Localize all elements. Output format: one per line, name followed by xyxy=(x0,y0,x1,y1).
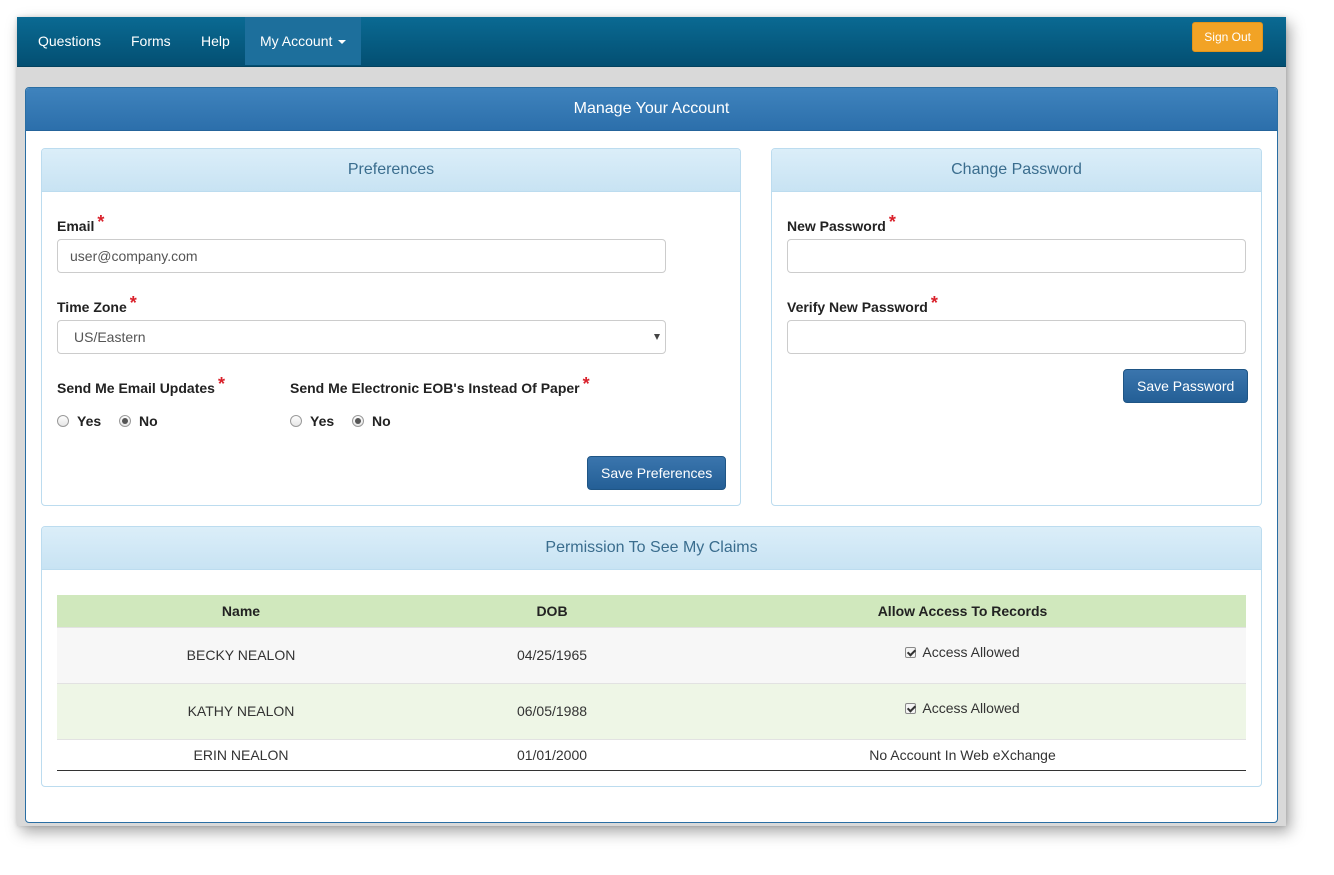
row-dob: 04/25/1965 xyxy=(425,626,679,683)
dropdown-arrow-icon xyxy=(654,334,660,340)
radio-icon xyxy=(57,415,69,427)
table-header-row: Name DOB Allow Access To Records xyxy=(57,595,1246,627)
eob-yes[interactable]: Yes xyxy=(290,413,334,429)
radio-checked-icon xyxy=(119,415,132,427)
row-name: BECKY NEALON xyxy=(57,626,425,683)
row-access: Access Allowed xyxy=(679,682,1246,739)
column-header-access: Allow Access To Records xyxy=(679,595,1246,627)
eob-no[interactable]: No xyxy=(352,413,391,429)
required-mark: * xyxy=(217,374,225,394)
email-updates-yes[interactable]: Yes xyxy=(57,413,101,429)
top-navbar: Questions Forms Help My Account Sign Out xyxy=(17,17,1286,67)
required-mark: * xyxy=(888,212,896,232)
app-window: Questions Forms Help My Account Sign Out… xyxy=(17,17,1286,826)
preferences-panel: Preferences Email* Time Zone* US/Eastern… xyxy=(41,148,741,506)
claims-table: Name DOB Allow Access To Records BECKY N… xyxy=(57,595,1246,771)
row-dob: 01/01/2000 xyxy=(425,738,679,771)
nav-questions[interactable]: Questions xyxy=(23,17,116,65)
sign-out-button[interactable]: Sign Out xyxy=(1192,22,1263,52)
radio-icon xyxy=(290,415,302,427)
row-access: Access Allowed xyxy=(679,626,1246,683)
page-title: Manage Your Account xyxy=(26,88,1277,131)
table-row: KATHY NEALON 06/05/1988 Access Allowed xyxy=(57,682,1246,739)
table-row: ERIN NEALON 01/01/2000 No Account In Web… xyxy=(57,738,1246,771)
access-checkbox-label[interactable]: Access Allowed xyxy=(905,644,1020,660)
email-updates-no[interactable]: No xyxy=(119,413,158,429)
row-access-status: No Account In Web eXchange xyxy=(679,738,1246,771)
column-header-dob: DOB xyxy=(425,595,679,627)
checkbox-checked-icon[interactable] xyxy=(905,647,917,658)
time-zone-select[interactable]: US/Eastern xyxy=(57,320,666,354)
email-updates-radio-group: Yes No xyxy=(57,413,172,430)
new-password-label: New Password * xyxy=(787,212,896,234)
required-mark: * xyxy=(582,374,590,394)
preferences-title: Preferences xyxy=(42,149,740,192)
required-mark: * xyxy=(129,293,137,313)
caret-down-icon xyxy=(338,40,347,45)
verify-password-label: Verify New Password * xyxy=(787,293,938,315)
row-name: KATHY NEALON xyxy=(57,682,425,739)
access-checkbox-label[interactable]: Access Allowed xyxy=(905,700,1020,716)
change-password-panel: Change Password New Password * Verify New… xyxy=(771,148,1262,506)
column-header-name: Name xyxy=(57,595,425,627)
required-mark: * xyxy=(97,212,105,232)
checkbox-checked-icon[interactable] xyxy=(905,703,917,714)
required-mark: * xyxy=(930,293,938,313)
email-updates-label: Send Me Email Updates * xyxy=(57,374,225,396)
radio-checked-icon xyxy=(352,415,365,427)
table-row: BECKY NEALON 04/25/1965 Access Allowed xyxy=(57,626,1246,683)
manage-account-panel: Manage Your Account Preferences Email* T… xyxy=(25,87,1278,823)
email-label: Email * xyxy=(57,212,105,234)
change-password-title: Change Password xyxy=(772,149,1261,192)
nav-my-account[interactable]: My Account xyxy=(245,17,362,65)
row-dob: 06/05/1988 xyxy=(425,682,679,739)
eob-label: Send Me Electronic EOB's Instead Of Pape… xyxy=(290,374,590,396)
save-password-button[interactable]: Save Password xyxy=(1123,369,1249,403)
email-field[interactable] xyxy=(57,239,666,273)
nav-help[interactable]: Help xyxy=(186,17,245,65)
nav-forms[interactable]: Forms xyxy=(116,17,186,65)
eob-radio-group: Yes No xyxy=(290,413,405,430)
time-zone-label: Time Zone * xyxy=(57,293,137,315)
claims-permission-panel: Permission To See My Claims Name DOB All… xyxy=(41,526,1262,787)
claims-permission-title: Permission To See My Claims xyxy=(42,527,1261,570)
save-preferences-button[interactable]: Save Preferences xyxy=(587,456,727,490)
new-password-field[interactable] xyxy=(787,239,1246,273)
verify-password-field[interactable] xyxy=(787,320,1246,354)
row-name: ERIN NEALON xyxy=(57,738,425,771)
